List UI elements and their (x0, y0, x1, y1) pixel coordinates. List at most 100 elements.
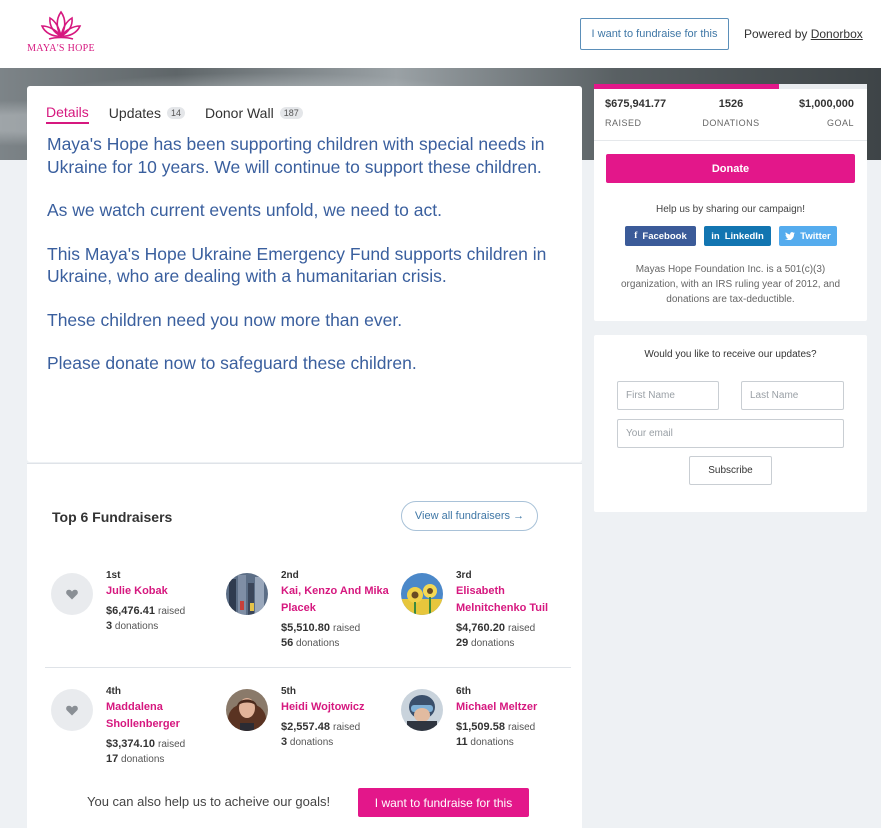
fundraiser-rank: 5th (281, 686, 296, 697)
bottom-fundraise-button[interactable]: I want to fundraise for this (358, 788, 529, 817)
raised-label: raised (333, 722, 361, 733)
raised-value: $675,941.77 (605, 98, 667, 110)
donations-value: 11 (456, 736, 468, 748)
story-paragraph: These children need you now more than ev… (47, 309, 403, 330)
share-buttons: f Facebook in LinkedIn Twitter (625, 226, 837, 246)
donate-button[interactable]: Donate (606, 154, 855, 183)
donations-value: 3 (281, 736, 288, 748)
donations-label: donations (121, 754, 165, 765)
donations-value: 29 (456, 637, 469, 649)
twitter-label: Twitter (800, 230, 831, 242)
fundraiser-info: 5th Heidi Wojtowicz $2,557.48 raised 3 d… (281, 685, 396, 750)
fundraiser-donations: 29 donations (456, 636, 571, 651)
avatar (401, 573, 443, 615)
story-paragraph: This Maya's Hope Ukraine Emergency Fund … (47, 243, 547, 287)
raised-label: RAISED (605, 118, 642, 128)
fundraiser-name[interactable]: Julie Kobak (106, 583, 221, 600)
twitter-icon (785, 232, 796, 240)
email-input[interactable] (617, 419, 844, 448)
fundraiser-amount: $6,476.41 raised (106, 604, 221, 619)
twitter-share-button[interactable]: Twitter (779, 226, 837, 246)
fundraiser-rank: 6th (456, 686, 471, 697)
donations-stat: 1526 DONATIONS (701, 97, 761, 128)
fundraiser-amount: $4,760.20 raised (456, 621, 571, 636)
donations-label: donations (296, 638, 340, 649)
share-text: Help us by sharing our campaign! (656, 204, 805, 215)
tab-updates[interactable]: Updates 14 (109, 102, 185, 124)
tab-label: Updates (108, 105, 161, 121)
fundraiser-amount: $1,509.58 raised (456, 720, 571, 735)
top-header: MAYA'S HOPE I want to fundraise for this… (0, 0, 881, 68)
donor-wall-count-badge: 187 (279, 107, 303, 119)
progress-bar (594, 84, 867, 89)
progress-bar-fill (594, 84, 779, 89)
story-paragraph: As we watch current events unfold, we ne… (47, 200, 442, 220)
donations-label: donations (114, 621, 159, 632)
donations-label: donations (470, 737, 514, 748)
tax-deductible-note: Mayas Hope Foundation Inc. is a 501(c)(3… (620, 264, 841, 305)
donation-sidebar: $675,941.77 RAISED 1526 DONATIONS $1,000… (594, 84, 867, 321)
facebook-label: Facebook (642, 230, 687, 242)
fundraiser-amount: $3,374.10 raised (106, 737, 221, 752)
also-help-text: You can also help us to acheive our goal… (87, 794, 331, 809)
amount-value: $3,374.10 (106, 738, 155, 750)
fundraiser-info: 6th Michael Meltzer $1,509.58 raised 11 … (456, 685, 571, 750)
linkedin-share-button[interactable]: in LinkedIn (704, 226, 771, 246)
top-fundraisers-section: Top 6 Fundraisers View all fundraisers →… (27, 463, 582, 828)
subscribe-button[interactable]: Subscribe (689, 456, 772, 485)
facebook-share-button[interactable]: f Facebook (625, 226, 696, 246)
updates-count-badge: 14 (166, 107, 185, 119)
donations-value: 3 (106, 620, 113, 632)
fundraiser-rank: 4th (106, 686, 121, 697)
amount-value: $1,509.58 (456, 721, 505, 733)
amount-value: $2,557.48 (281, 721, 330, 733)
view-all-fundraisers-button[interactable]: View all fundraisers → (401, 501, 538, 531)
fundraiser-name[interactable]: Elisabeth Melnitchenko Tuil (456, 583, 571, 617)
fundraiser-amount: $2,557.48 raised (281, 720, 396, 735)
goal-value: $1,000,000 (798, 98, 854, 110)
avatar (226, 573, 268, 615)
tab-details[interactable]: Details (46, 102, 89, 124)
subscribe-question: Would you like to receive our updates? (644, 349, 817, 360)
fundraiser-rank: 3rd (456, 570, 472, 581)
campaign-details-card: Details Updates 14 Donor Wall 187 Maya's… (27, 86, 582, 462)
fundraiser-donations: 56 donations (281, 636, 396, 651)
fundraiser-row: 4th Maddalena Shollenberger $3,374.10 ra… (27, 685, 582, 785)
fundraiser-name[interactable]: Michael Meltzer (456, 699, 571, 716)
fundraise-button[interactable]: I want to fundraise for this (580, 18, 729, 50)
fundraiser-donations: 3 donations (281, 735, 396, 750)
fundraiser-donations: 17 donations (106, 752, 221, 767)
donorbox-link[interactable]: Donorbox (811, 27, 863, 41)
raised-label: raised (158, 739, 186, 750)
fundraiser-name[interactable]: Kai, Kenzo And Mika Placek (281, 583, 396, 617)
fundraisers-title: Top 6 Fundraisers (52, 509, 173, 525)
first-name-input[interactable] (617, 381, 719, 410)
donations-value: 56 (281, 637, 294, 649)
fundraiser-name[interactable]: Maddalena Shollenberger (106, 699, 221, 733)
mayas-hope-logo[interactable]: MAYA'S HOPE (26, 10, 96, 54)
fundraiser-donations: 11 donations (456, 735, 571, 750)
fundraiser-name[interactable]: Heidi Wojtowicz (281, 699, 396, 716)
fundraiser-info: 4th Maddalena Shollenberger $3,374.10 ra… (106, 685, 221, 767)
donations-label: donations (289, 737, 334, 748)
goal-label: GOAL (826, 118, 854, 128)
donations-value: 1526 (718, 98, 744, 110)
tab-donor-wall[interactable]: Donor Wall 187 (205, 102, 303, 124)
amount-value: $4,760.20 (456, 622, 505, 634)
last-name-input[interactable] (741, 381, 844, 410)
row-divider (45, 667, 571, 668)
fundraiser-donations: 3 donations (106, 619, 221, 634)
fundraiser-row: 1st Julie Kobak $6,476.41 raised 3 donat… (27, 569, 582, 669)
linkedin-icon: in (711, 230, 720, 242)
powered-by-label: Powered by (744, 27, 808, 41)
story-paragraph: Please donate now to safeguard these chi… (47, 353, 417, 373)
donations-value: 17 (106, 753, 119, 765)
raised-label: raised (508, 722, 536, 733)
fundraiser-info: 3rd Elisabeth Melnitchenko Tuil $4,760.2… (456, 569, 571, 651)
campaign-tabs: Details Updates 14 Donor Wall 187 (46, 102, 303, 124)
goal-stat: $1,000,000 GOAL (799, 97, 854, 128)
amount-value: $5,510.80 (281, 622, 330, 634)
story-paragraph: Maya's Hope has been supporting children… (47, 134, 545, 177)
subscribe-card: Would you like to receive our updates? S… (594, 335, 867, 512)
raised-stat: $675,941.77 RAISED (605, 97, 666, 128)
